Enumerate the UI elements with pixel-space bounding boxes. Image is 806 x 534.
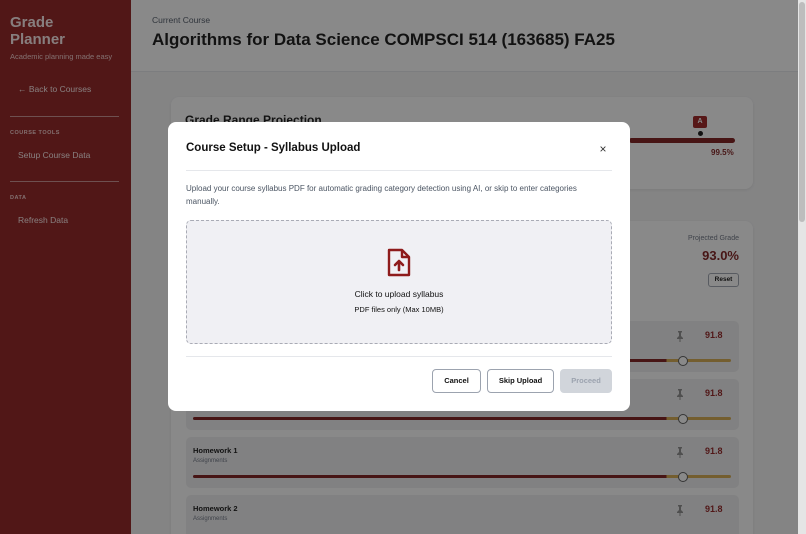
syllabus-dropzone[interactable]: Click to upload syllabus PDF files only … [186,220,612,344]
modal-divider [186,170,612,171]
modal-divider [186,356,612,357]
modal-description: Upload your course syllabus PDF for auto… [186,184,577,206]
file-upload-icon [387,248,411,277]
cancel-button[interactable]: Cancel [432,369,481,393]
syllabus-upload-modal: Course Setup - Syllabus Upload × Upload … [168,122,630,411]
scrollbar-thumb[interactable] [799,2,805,222]
dropzone-hint: PDF files only (Max 10MB) [354,305,444,314]
proceed-button[interactable]: Proceed [560,369,612,393]
modal-title: Course Setup - Syllabus Upload [186,142,361,154]
close-icon[interactable]: × [596,142,610,156]
dropzone-title: Click to upload syllabus [354,289,444,299]
skip-upload-button[interactable]: Skip Upload [487,369,554,393]
page-scrollbar[interactable] [798,0,806,534]
